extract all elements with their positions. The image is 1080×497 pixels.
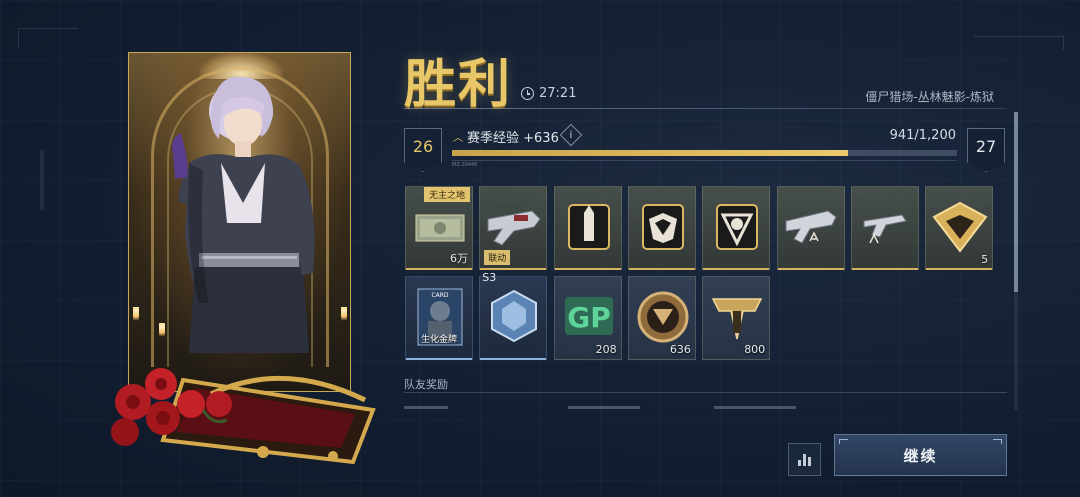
reward-item[interactable] [702, 186, 771, 270]
reward-item[interactable]: S3 [479, 271, 548, 360]
reward-item[interactable] [776, 186, 845, 270]
duration-text: 27:21 [539, 86, 577, 101]
corner-decoration [18, 28, 78, 48]
teammate-reward-edge [568, 406, 640, 409]
emblem-shield-icon [641, 204, 684, 250]
reward-item[interactable]: 5 [925, 186, 994, 270]
teammate-rewards-title: 队友奖励 [404, 378, 448, 391]
svg-text:CARD: CARD [431, 292, 448, 299]
svg-text:GP: GP [567, 301, 611, 334]
clock-icon [521, 87, 534, 100]
cash-stack-icon [415, 214, 465, 242]
reward-item[interactable]: CARD 生化金牌 [405, 276, 473, 360]
reward-quantity: 6万 [450, 252, 468, 265]
reward-item[interactable] [627, 186, 696, 270]
weapon-blueprint-icon [785, 210, 837, 244]
reward-quantity: 208 [595, 343, 617, 356]
next-level-badge: 27 [967, 128, 1005, 172]
bar-chart-icon [803, 454, 806, 466]
monster-crest-icon [716, 204, 759, 250]
xp-code-text: MZ-20446 [452, 162, 478, 168]
ammo-crate-icon [567, 204, 610, 250]
side-decoration [40, 150, 44, 210]
season-xp-progress-bar [452, 150, 957, 156]
teammate-reward-edge [404, 406, 448, 409]
reward-quantity: 5 [981, 253, 989, 266]
corner-decoration [974, 36, 1064, 50]
season-xp-label: ︿ 赛季经验 +636 [453, 127, 559, 146]
divider [404, 108, 1007, 109]
continue-button[interactable]: 继续 [834, 434, 1007, 476]
rank-emblem-icon [711, 298, 763, 340]
reward-item[interactable]: 636 [627, 276, 696, 360]
rose-chest-decoration [111, 368, 376, 465]
reward-tag: S3 [482, 271, 497, 284]
season-xp-count: 941/1,200 [889, 128, 956, 143]
teammate-reward-edge [714, 406, 796, 409]
gold-triangle-icon [932, 201, 988, 253]
bar-chart-icon [808, 457, 811, 466]
reward-item[interactable]: GP 208 [553, 276, 622, 360]
reward-tag: 无主之地 [424, 187, 471, 202]
teammate-rewards-strip [404, 404, 1007, 412]
victory-title: 胜利 [404, 54, 513, 115]
current-level-badge: 26 [404, 128, 442, 172]
scroll-thumb[interactable] [1014, 112, 1018, 292]
scrollbar[interactable] [1014, 112, 1018, 410]
reward-caption: 生化金牌 [420, 335, 457, 345]
reward-item[interactable]: 联动 [479, 186, 548, 270]
hex-fragment-icon [491, 289, 538, 343]
rifle-skin-icon [487, 210, 541, 246]
bar-chart-icon [798, 460, 801, 466]
pistol-blueprint-icon [863, 214, 907, 244]
reward-item[interactable] [553, 186, 622, 270]
stats-button[interactable] [788, 443, 821, 476]
info-icon[interactable]: i [559, 123, 583, 147]
reward-item[interactable]: 无主之地 6万 [405, 186, 473, 270]
reward-quantity: 636 [669, 343, 691, 356]
reward-quantity: 800 [744, 343, 766, 356]
map-name: 僵尸猎场-丛林魅影-炼狱 [865, 90, 994, 104]
chevron-up-icon: ︿ [453, 133, 463, 144]
reward-item[interactable]: 800 [702, 276, 771, 360]
gp-points-icon: GP [564, 297, 613, 335]
reward-item[interactable] [850, 186, 919, 270]
bronze-medal-icon [637, 291, 689, 343]
season-xp-progress-fill [452, 150, 848, 156]
season-xp-text: 赛季经验 +636 [467, 131, 559, 146]
divider [404, 392, 1007, 393]
reward-tag: 联动 [484, 250, 511, 265]
xp-subline [452, 160, 957, 163]
match-duration: 27:21 [521, 86, 576, 101]
